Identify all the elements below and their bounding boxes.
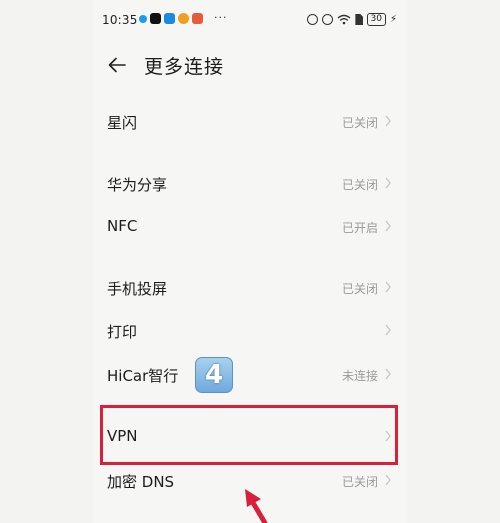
setting-label: 打印 (107, 323, 138, 341)
setting-value: 已关闭 (341, 282, 378, 296)
setting-row-print[interactable]: 打印 (93, 311, 407, 351)
more-notifications-icon: ··· (214, 11, 228, 24)
setting-label: NFC (107, 217, 138, 235)
setting-value: 已开启 (341, 221, 378, 235)
notification-icons (139, 13, 203, 24)
back-arrow-icon[interactable] (107, 55, 127, 75)
red-pointer-arrow-icon (245, 489, 268, 523)
page-header: 更多连接 (93, 48, 407, 82)
chevron-right-icon (385, 368, 391, 380)
app-notification-icon (192, 13, 203, 24)
setting-value: 已关闭 (341, 475, 378, 489)
setting-label: HiCar智行 (107, 367, 179, 385)
vpn-highlight-box (100, 405, 398, 465)
battery-level: 30 (366, 13, 386, 26)
step-number-badge: 4 (195, 357, 233, 393)
chevron-right-icon (385, 115, 391, 127)
mute-status-icon (321, 14, 333, 25)
setting-label: 星闪 (107, 114, 138, 132)
setting-row-nfc[interactable]: NFC 已开启 (93, 207, 407, 247)
setting-label: 手机投屏 (107, 280, 168, 298)
chevron-right-icon (385, 220, 391, 232)
chevron-right-icon (385, 177, 391, 189)
setting-value: 已关闭 (341, 178, 378, 192)
status-bar: 10:35 ··· 30 ⚡ (93, 10, 407, 32)
tiktok-icon (150, 13, 161, 24)
chevron-right-icon (385, 281, 391, 293)
sim-icon (354, 14, 363, 25)
setting-value: 未连接 (341, 369, 378, 383)
page-title: 更多连接 (144, 56, 225, 78)
app-notification-icon (164, 13, 175, 24)
system-status-icons: 30 ⚡ (306, 13, 397, 26)
chevron-right-icon (385, 474, 391, 486)
setting-value: 已关闭 (341, 116, 378, 130)
weibo-icon (178, 13, 189, 24)
setting-row-screen-projection[interactable]: 手机投屏 已关闭 (93, 268, 407, 308)
charging-icon: ⚡ (389, 14, 397, 25)
app-notification-icon (139, 14, 147, 23)
setting-row-huawei-share[interactable]: 华为分享 已关闭 (93, 164, 407, 204)
nfc-status-icon (306, 14, 318, 25)
setting-row-hicar[interactable]: HiCar智行 4 未连接 (93, 355, 407, 395)
chevron-right-icon (385, 324, 391, 336)
status-time: 10:35 (102, 13, 138, 27)
setting-label: 华为分享 (107, 176, 168, 194)
setting-label: 加密 DNS (107, 473, 175, 491)
setting-row-nearlink[interactable]: 星闪 已关闭 (93, 102, 407, 142)
wifi-icon (337, 14, 350, 25)
